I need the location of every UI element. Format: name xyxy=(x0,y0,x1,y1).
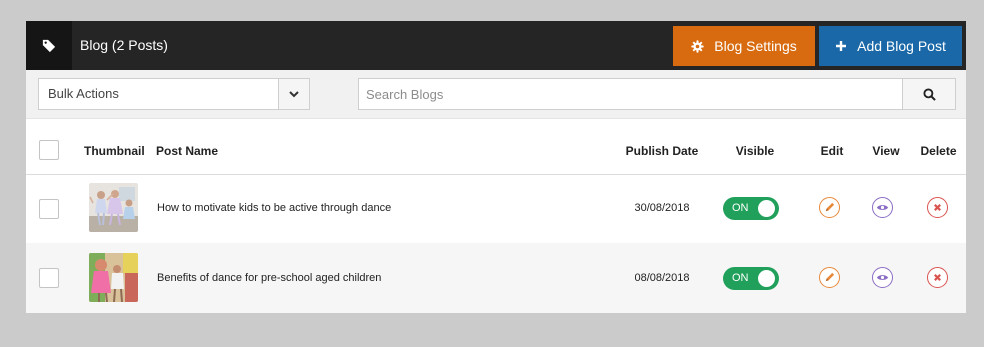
bulk-actions-toggle[interactable] xyxy=(278,79,309,109)
row-checkbox[interactable] xyxy=(39,268,59,288)
eye-icon xyxy=(876,275,889,280)
col-edit: Edit xyxy=(820,144,844,158)
view-button[interactable] xyxy=(872,197,893,218)
col-visible: Visible xyxy=(735,144,775,158)
col-delete: Delete xyxy=(920,144,957,158)
search-box xyxy=(358,78,956,110)
blog-panel: Blog (2 Posts) Blog Settings Add Blog Po… xyxy=(26,21,966,313)
search-icon xyxy=(922,87,936,101)
bulk-actions-select[interactable]: Bulk Actions xyxy=(38,78,310,110)
gear-icon xyxy=(691,39,704,53)
row-checkbox[interactable] xyxy=(39,199,59,219)
filter-toolbar: Bulk Actions xyxy=(26,70,966,118)
bulk-actions-value: Bulk Actions xyxy=(48,86,119,101)
blog-settings-button[interactable]: Blog Settings xyxy=(673,26,815,66)
view-button[interactable] xyxy=(872,267,893,288)
col-thumbnail: Thumbnail xyxy=(84,144,145,158)
post-thumbnail[interactable] xyxy=(89,253,138,302)
post-name[interactable]: Benefits of dance for pre-school aged ch… xyxy=(157,243,381,313)
page-title: Blog (2 Posts) xyxy=(80,37,168,53)
search-button[interactable] xyxy=(902,79,955,109)
search-input[interactable] xyxy=(359,79,902,109)
toggle-knob xyxy=(758,270,775,287)
add-blog-post-button[interactable]: Add Blog Post xyxy=(819,26,962,66)
chevron-down-icon xyxy=(289,91,299,98)
pencil-icon xyxy=(825,202,835,212)
tag-icon-box xyxy=(26,21,72,70)
delete-button[interactable] xyxy=(927,267,948,288)
table-row: How to motivate kids to be active throug… xyxy=(26,173,966,243)
post-thumbnail[interactable] xyxy=(89,183,138,232)
col-post-name: Post Name xyxy=(156,144,219,158)
pencil-icon xyxy=(825,272,835,282)
visible-toggle[interactable]: ON xyxy=(723,267,779,290)
visible-toggle[interactable]: ON xyxy=(723,197,779,220)
header-bar: Blog (2 Posts) Blog Settings Add Blog Po… xyxy=(26,21,966,70)
edit-button[interactable] xyxy=(819,197,840,218)
add-blog-post-label: Add Blog Post xyxy=(857,38,946,54)
visible-toggle-label: ON xyxy=(732,202,749,214)
col-view: View xyxy=(872,144,900,158)
plus-icon xyxy=(835,40,847,52)
publish-date: 08/08/2018 xyxy=(634,272,690,284)
close-icon xyxy=(934,204,941,211)
visible-toggle-label: ON xyxy=(732,272,749,284)
table-header: Thumbnail Post Name Publish Date Visible… xyxy=(26,118,966,175)
post-name[interactable]: How to motivate kids to be active throug… xyxy=(157,173,391,243)
tag-icon xyxy=(42,39,56,52)
toggle-knob xyxy=(758,200,775,217)
close-icon xyxy=(934,274,941,281)
col-publish-date: Publish Date xyxy=(625,144,699,158)
edit-button[interactable] xyxy=(819,267,840,288)
publish-date: 30/08/2018 xyxy=(634,202,690,214)
table-row: Benefits of dance for pre-school aged ch… xyxy=(26,243,966,313)
delete-button[interactable] xyxy=(927,197,948,218)
blog-settings-label: Blog Settings xyxy=(714,38,797,54)
select-all-checkbox[interactable] xyxy=(39,140,59,160)
eye-icon xyxy=(876,205,889,210)
